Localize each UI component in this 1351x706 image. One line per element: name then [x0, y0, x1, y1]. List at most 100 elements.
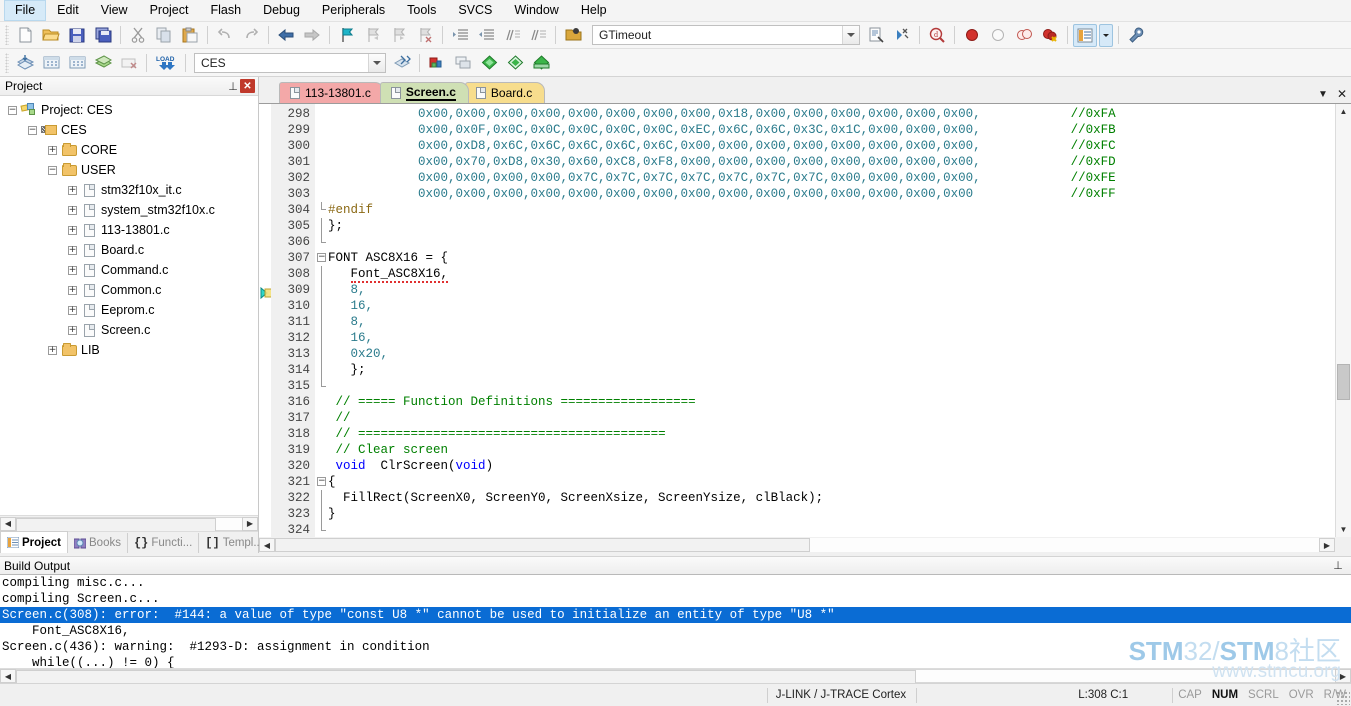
code-line[interactable]: // =====================================…: [328, 426, 1335, 442]
hscroll-thumb[interactable]: [275, 538, 810, 552]
expand-icon[interactable]: +: [68, 205, 77, 215]
tree-item-system-stm32f10x-c[interactable]: + system_stm32f10x.c: [0, 200, 258, 220]
tree-item-screen-c[interactable]: + Screen.c: [0, 320, 258, 340]
build-icon[interactable]: [39, 51, 63, 74]
scroll-up-icon[interactable]: ▲: [1336, 104, 1351, 119]
editor-vscrollbar[interactable]: ▲ ▼: [1335, 104, 1351, 537]
code-line[interactable]: //: [328, 410, 1335, 426]
configure-icon[interactable]: [1124, 24, 1148, 47]
comment-icon[interactable]: [500, 24, 524, 47]
scroll-left-icon[interactable]: ◀: [259, 538, 275, 552]
scroll-right-icon[interactable]: ▶: [1319, 538, 1335, 552]
function-name-combo[interactable]: GTimeout: [592, 25, 860, 45]
indent-icon[interactable]: [448, 24, 472, 47]
code-line[interactable]: 0x00,0x00,0x00,0x00,0x00,0x00,0x00,0x00,…: [328, 186, 1335, 202]
stop-build-icon[interactable]: [117, 51, 141, 74]
tree-item-lib[interactable]: + LIB: [0, 340, 258, 360]
expand-icon[interactable]: +: [68, 325, 77, 335]
hscroll-track[interactable]: [275, 538, 1319, 552]
code-line[interactable]: 0x00,0x00,0x00,0x00,0x00,0x00,0x00,0x00,…: [328, 106, 1335, 122]
collapse-icon[interactable]: −: [317, 477, 326, 486]
code-line[interactable]: #endif: [328, 202, 1335, 218]
tree-item-ces[interactable]: − CES: [0, 120, 258, 140]
project-panel-tab-books[interactable]: Books: [68, 533, 128, 553]
tree-item-user[interactable]: − USER: [0, 160, 258, 180]
batch-build-icon[interactable]: [91, 51, 115, 74]
open-file-icon[interactable]: [39, 24, 63, 47]
menu-item-svcs[interactable]: SVCS: [447, 0, 503, 21]
project-tree[interactable]: − Project: CES − CES + CORE − USER + stm32f10x_it…: [0, 96, 258, 515]
project-window-icon[interactable]: [561, 24, 585, 47]
outdent-icon[interactable]: [474, 24, 498, 47]
tree-item-stm32f10x-it-c[interactable]: + stm32f10x_it.c: [0, 180, 258, 200]
expand-icon[interactable]: +: [68, 185, 77, 195]
code-line[interactable]: Font_ASC8X16,: [328, 266, 1335, 283]
fold-marker[interactable]: −: [315, 474, 328, 490]
menu-item-file[interactable]: File: [4, 0, 47, 21]
manage-project-items-icon[interactable]: [425, 51, 449, 74]
bookmark-toggle-icon[interactable]: [335, 24, 359, 47]
bookmark-prev-icon[interactable]: [361, 24, 385, 47]
code-line[interactable]: };: [328, 362, 1335, 378]
code-line[interactable]: [328, 378, 1335, 394]
code-line[interactable]: FillRect(ScreenX0, ScreenY0, ScreenXsize…: [328, 490, 1335, 506]
code-line[interactable]: 0x00,0x70,0xD8,0x30,0x60,0xC8,0xF8,0x00,…: [328, 154, 1335, 170]
tree-item-core[interactable]: + CORE: [0, 140, 258, 160]
build-output-text[interactable]: compiling misc.c... compiling Screen.c...…: [0, 575, 1351, 668]
tree-item-eeprom-c[interactable]: + Eeprom.c: [0, 300, 258, 320]
chevron-down-icon[interactable]: [842, 26, 859, 44]
code-line[interactable]: 0x00,0x00,0x00,0x00,0x7C,0x7C,0x7C,0x7C,…: [328, 170, 1335, 186]
build-output-hscrollbar[interactable]: ◀ ▶: [0, 668, 1351, 684]
cut-icon[interactable]: [126, 24, 150, 47]
code-line[interactable]: // ===== Function Definitions ==========…: [328, 394, 1335, 410]
code-line[interactable]: 0x20,: [328, 346, 1335, 362]
menu-item-tools[interactable]: Tools: [396, 0, 447, 21]
pack-installer-icon[interactable]: [477, 51, 501, 74]
tree-item-common-c[interactable]: + Common.c: [0, 280, 258, 300]
expand-icon[interactable]: +: [68, 285, 77, 295]
code-area[interactable]: 298 299 300 301 302 303 304 305 306 307 308 309 310 3…: [271, 104, 1335, 537]
build-output-line[interactable]: Screen.c(436): warning: #1293-D: assignm…: [0, 639, 1351, 655]
collapse-icon[interactable]: −: [48, 165, 57, 175]
find-all-icon[interactable]: d: [925, 24, 949, 47]
code-line[interactable]: // Clear screen: [328, 442, 1335, 458]
find-in-files-icon[interactable]: [864, 24, 888, 47]
editor-tab-board[interactable]: Board.c: [464, 82, 546, 103]
multi-project-icon[interactable]: [503, 51, 527, 74]
editor-bookmark-margin[interactable]: [259, 104, 274, 537]
menu-item-help[interactable]: Help: [570, 0, 618, 21]
scroll-down-icon[interactable]: ▼: [1336, 522, 1351, 537]
breakpoint-icon[interactable]: [960, 24, 984, 47]
code-line[interactable]: 16,: [328, 330, 1335, 346]
tab-list-dropdown-icon[interactable]: ▼: [1318, 89, 1328, 100]
bookmark-next-icon[interactable]: [387, 24, 411, 47]
scroll-left-icon[interactable]: ◀: [0, 516, 16, 531]
collapse-icon[interactable]: −: [28, 125, 37, 135]
translate-icon[interactable]: [13, 51, 37, 74]
code-text[interactable]: 0x00,0x00,0x00,0x00,0x00,0x00,0x00,0x00,…: [328, 104, 1335, 537]
code-line[interactable]: 8,: [328, 282, 1335, 298]
build-output-line[interactable]: Font_ASC8X16,: [0, 623, 1351, 639]
close-icon[interactable]: ✕: [240, 79, 255, 93]
code-line[interactable]: 0x00,0x0F,0x0C,0x0C,0x0C,0x0C,0x0C,0xEC,…: [328, 122, 1335, 138]
vscroll-thumb[interactable]: [1337, 364, 1350, 400]
scroll-right-icon[interactable]: ▶: [242, 516, 258, 531]
tree-item-113-13801-c[interactable]: +113-13801.c: [0, 220, 258, 240]
code-line[interactable]: 8,: [328, 314, 1335, 330]
toolbar2-grip[interactable]: [5, 52, 9, 73]
paste-icon[interactable]: [178, 24, 202, 47]
build-output-line[interactable]: compiling Screen.c...: [0, 591, 1351, 607]
code-line[interactable]: FONT ASC8X16 = {: [328, 250, 1335, 266]
menu-item-project[interactable]: Project: [139, 0, 200, 21]
save-icon[interactable]: [65, 24, 89, 47]
tree-item-board-c[interactable]: + Board.c: [0, 240, 258, 260]
code-line[interactable]: 0x00,0xD8,0x6C,0x6C,0x6C,0x6C,0x6C,0x00,…: [328, 138, 1335, 154]
editor-hscrollbar[interactable]: ◀ ▶: [259, 537, 1351, 553]
resize-grip[interactable]: [1336, 691, 1350, 705]
build-output-line[interactable]: while((...) != 0) {: [0, 655, 1351, 668]
menu-item-window[interactable]: Window: [503, 0, 569, 21]
code-line[interactable]: }: [328, 506, 1335, 522]
breakpoint-kill-all-icon[interactable]: [1038, 24, 1062, 47]
new-file-icon[interactable]: [13, 24, 37, 47]
menu-item-edit[interactable]: Edit: [46, 0, 90, 21]
